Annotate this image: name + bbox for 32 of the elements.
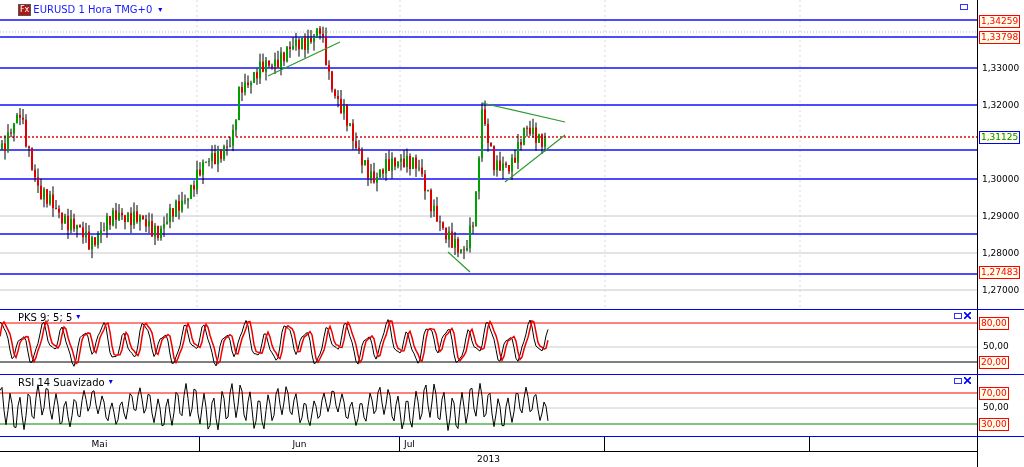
maximize-icon[interactable] (954, 312, 962, 319)
price-label: 1,33798 (979, 31, 1021, 44)
level-label: 70,00 (979, 387, 1009, 400)
month-label: Mai (0, 437, 200, 451)
month-label: Jun (200, 437, 400, 451)
price-tick: 1,33000 (982, 63, 1020, 73)
price-tick: 1,28000 (982, 248, 1020, 258)
level-label: 80,00 (979, 317, 1009, 330)
close-icon[interactable] (964, 312, 971, 319)
level-label: 30,00 (979, 418, 1009, 431)
price-tick: 1,29000 (982, 211, 1020, 221)
level-label: 20,00 (979, 356, 1009, 369)
price-label: 1,27483 (979, 266, 1021, 279)
indicator-title: PKS 9; 5; 5 (18, 311, 73, 323)
month-label: Jul (400, 437, 605, 451)
maximize-icon[interactable] (954, 377, 962, 384)
close-icon[interactable] (964, 377, 971, 384)
price-tick: 1,30000 (982, 174, 1020, 184)
maximize-icon[interactable] (960, 4, 968, 10)
price-label: 1,31125 (979, 131, 1021, 144)
price-tick: 1,27000 (982, 285, 1020, 295)
caret-icon[interactable]: ▾ (76, 311, 81, 323)
fx-logo: Fx (18, 3, 32, 16)
price-label: 1,34259 (979, 15, 1021, 28)
level-label: 50,00 (982, 341, 1010, 352)
caret-icon[interactable]: ▾ (108, 376, 113, 388)
price-tick: 1,32000 (982, 100, 1020, 110)
chart-title: EURUSD 1 Hora TMG+0 (33, 3, 153, 17)
caret-icon[interactable]: ▾ (158, 3, 163, 16)
level-label: 50,00 (982, 402, 1010, 413)
indicator-title: RSI 14 Suavizado (18, 376, 105, 388)
year-label: 2013 (476, 453, 501, 466)
